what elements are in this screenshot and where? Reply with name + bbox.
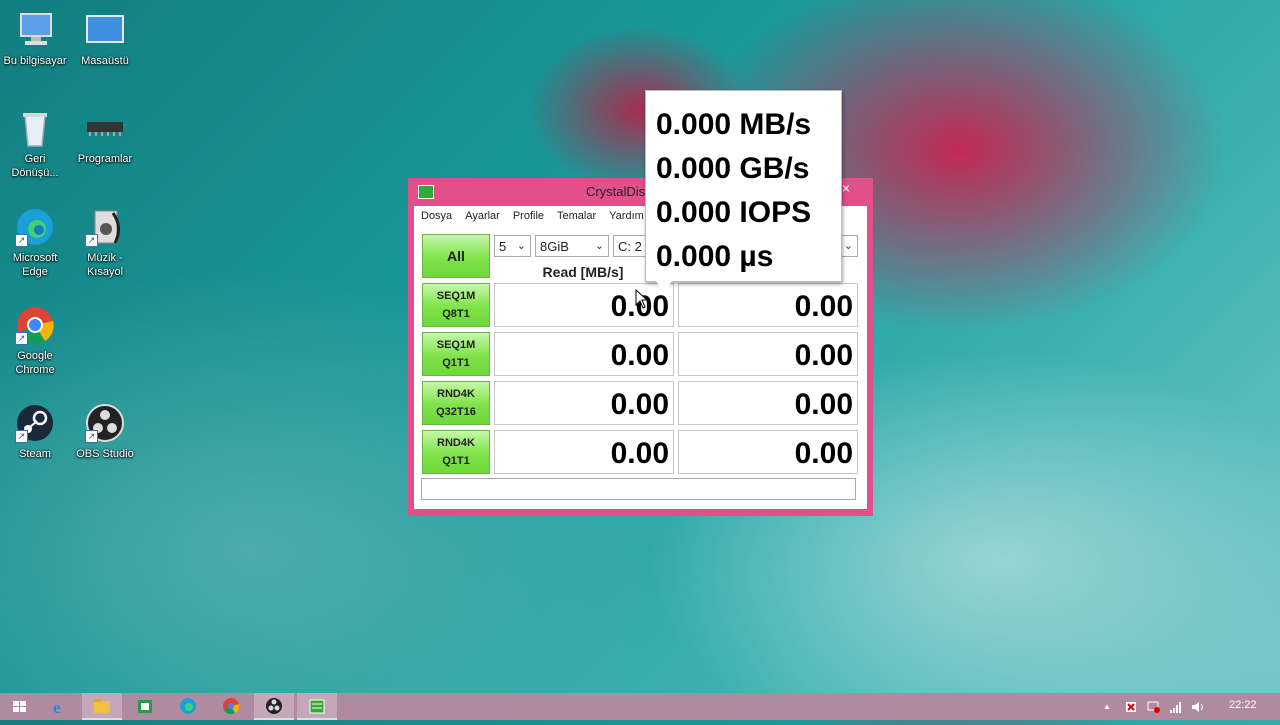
write-result-cell: 0.00: [678, 381, 858, 425]
test-button-line1: SEQ1M: [436, 290, 476, 302]
test-count-value: 5: [499, 239, 507, 254]
tooltip-gbps: 0.000 GB/s: [656, 152, 810, 185]
comment-input[interactable]: [421, 478, 856, 500]
desktop-icon-label: Steam: [19, 448, 51, 460]
desktop-icon-chrome[interactable]: ↗ Google Chrome: [0, 305, 70, 377]
desktop-icon-label: Geri Dönüşü...: [11, 153, 59, 179]
desktop-icon-recycle-bin[interactable]: Geri Dönüşü...: [0, 108, 70, 180]
shortcut-arrow-icon: ↗: [85, 234, 98, 247]
taskbar-crystaldiskmark[interactable]: [297, 693, 337, 720]
taskbar-edge[interactable]: [168, 693, 208, 720]
test-button-seq1m-q1t1[interactable]: SEQ1M Q1T1: [422, 332, 490, 376]
all-button[interactable]: All: [422, 234, 490, 278]
test-button-line2: Q32T16: [436, 406, 476, 418]
test-button-rnd4k-q1t1[interactable]: RND4K Q1T1: [422, 430, 490, 474]
computer-icon: [15, 10, 55, 50]
folder-icon: [94, 699, 110, 713]
chip-icon: [85, 108, 125, 148]
steam-icon: ↗: [15, 403, 55, 443]
internet-explorer-icon: e: [53, 698, 61, 717]
menu-item-temalar[interactable]: Temalar: [550, 206, 602, 222]
test-button-line2: Q1T1: [442, 455, 470, 467]
svg-text:e: e: [53, 698, 61, 717]
taskbar: e ▲ 22:22: [0, 693, 1280, 720]
drive-value: C: 2: [618, 239, 642, 254]
desktop-icon-programs[interactable]: Programlar: [70, 108, 140, 166]
test-button-line1: RND4K: [437, 388, 475, 400]
obs-icon: [266, 698, 282, 714]
desktop-icon-obs[interactable]: ↗ OBS Studio: [70, 403, 140, 461]
crystaldiskmark-icon: [309, 699, 325, 714]
desktop-icon-steam[interactable]: ↗ Steam: [0, 403, 70, 461]
desktop-icon-this-pc[interactable]: Bu bilgisayar: [0, 10, 70, 68]
chrome-icon: ↗: [15, 305, 55, 345]
test-size-select[interactable]: 8GiB ⌄: [535, 235, 609, 257]
desktop-icon: [85, 10, 125, 50]
volume-icon[interactable]: [1190, 700, 1206, 714]
read-result-cell: 0.00: [494, 430, 674, 474]
music-icon: ↗: [85, 207, 125, 247]
chevron-down-icon: ⌄: [843, 240, 853, 252]
desktop-icon-label: OBS Studio: [76, 448, 134, 460]
taskbar-chrome[interactable]: [211, 693, 251, 720]
test-button-line1: RND4K: [437, 437, 475, 449]
menu-bar: Dosya Ayarlar Profile Temalar Yardım: [414, 206, 650, 228]
windows-logo-icon: [13, 701, 26, 712]
mouse-cursor-icon: [635, 289, 649, 309]
desktop-icon-label: Masaüstü: [81, 55, 129, 67]
test-button-seq1m-q8t1[interactable]: SEQ1M Q8T1: [422, 283, 490, 327]
action-center-flag-icon[interactable]: [1124, 700, 1138, 714]
spreadsheet-icon: [138, 700, 152, 713]
tray-overflow-arrow[interactable]: ▲: [1103, 702, 1111, 711]
desktop-icon-edge[interactable]: ↗ Microsoft Edge: [0, 207, 70, 279]
write-result-cell: 0.00: [678, 283, 858, 327]
shortcut-arrow-icon: ↗: [15, 234, 28, 247]
menu-item-profile[interactable]: Profile: [506, 206, 550, 222]
desktop-icon-label: Bu bilgisayar: [3, 55, 67, 67]
read-result-cell: 0.00: [494, 381, 674, 425]
tooltip-mbps: 0.000 MB/s: [656, 108, 812, 141]
tooltip-tail: [656, 281, 672, 293]
test-button-line1: SEQ1M: [436, 339, 476, 351]
tooltip-latency: 0.000 µs: [656, 240, 774, 273]
desktop-icon-label: Müzik - Kısayol: [86, 252, 124, 278]
start-button[interactable]: [0, 693, 40, 720]
desktop-icon-label: Google Chrome: [15, 350, 55, 376]
test-count-select[interactable]: 5 ⌄: [494, 235, 531, 257]
desktop-icon-label: Programlar: [77, 153, 133, 165]
taskbar-excel[interactable]: [125, 693, 165, 720]
result-tooltip: 0.000 MB/s 0.000 GB/s 0.000 IOPS 0.000 µ…: [645, 90, 842, 282]
write-result-cell: 0.00: [678, 430, 858, 474]
edge-icon: [180, 698, 196, 714]
network-warning-icon[interactable]: [1146, 700, 1160, 714]
chevron-down-icon: ⌄: [516, 240, 526, 252]
taskbar-clock[interactable]: 22:22: [1229, 699, 1257, 711]
write-result-cell: 0.00: [678, 332, 858, 376]
shortcut-arrow-icon: ↗: [15, 332, 28, 345]
chrome-icon: [223, 698, 240, 715]
shortcut-arrow-icon: ↗: [85, 430, 98, 443]
shortcut-arrow-icon: ↗: [15, 430, 28, 443]
recycle-bin-icon: [15, 108, 55, 148]
test-button-rnd4k-q32t16[interactable]: RND4K Q32T16: [422, 381, 490, 425]
obs-icon: ↗: [85, 403, 125, 443]
desktop-icon-desktop[interactable]: Masaüstü: [70, 10, 140, 68]
menu-item-ayarlar[interactable]: Ayarlar: [458, 206, 506, 222]
test-button-line2: Q1T1: [442, 357, 470, 369]
taskbar-ie[interactable]: e: [40, 693, 80, 720]
taskbar-file-explorer[interactable]: [82, 693, 122, 720]
chevron-down-icon: ⌄: [594, 240, 604, 252]
desktop-icon-music[interactable]: ↗ Müzik - Kısayol: [70, 207, 140, 279]
edge-icon: ↗: [15, 207, 55, 247]
network-signal-icon[interactable]: [1168, 700, 1182, 714]
taskbar-obs[interactable]: [254, 693, 294, 720]
menu-item-dosya[interactable]: Dosya: [414, 206, 458, 222]
desktop-icon-label: Microsoft Edge: [12, 252, 58, 278]
test-size-value: 8GiB: [540, 239, 569, 254]
tooltip-iops: 0.000 IOPS: [656, 196, 812, 229]
test-button-line2: Q8T1: [442, 308, 470, 320]
read-result-cell: 0.00: [494, 332, 674, 376]
menu-item-yardim[interactable]: Yardım: [602, 206, 650, 222]
